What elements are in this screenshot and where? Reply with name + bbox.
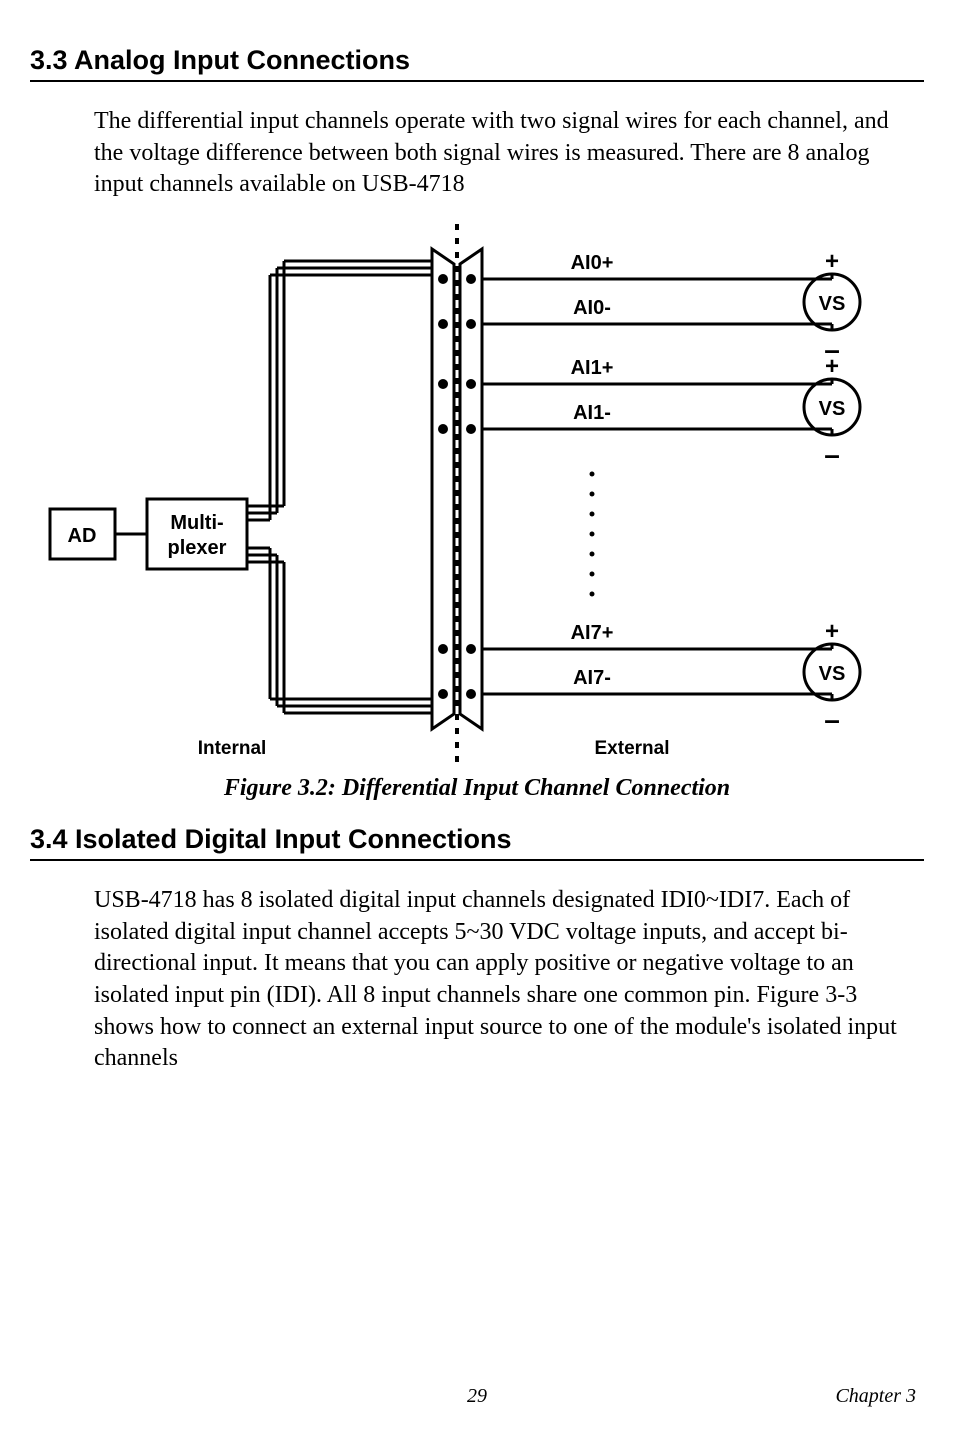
mux-label-2: plexer [168,537,227,559]
internal-label: Internal [198,738,267,759]
vs1: VS [819,398,846,420]
vs0: VS [819,293,846,315]
ai7-plus: AI7+ [571,622,614,644]
section-34-body: USB-4718 has 8 isolated digital input ch… [94,885,914,1075]
svg-text:+: + [825,618,839,645]
svg-text:+: + [825,248,839,275]
ai1-plus: AI1+ [571,357,614,379]
ai0-minus: AI0- [573,297,611,319]
ad-label: AD [68,525,97,547]
external-label: External [595,738,670,759]
section-heading-34: 3.4 Isolated Digital Input Connections [30,824,924,861]
chapter-label: Chapter 3 [835,1385,916,1408]
ai7-minus: AI7- [573,667,611,689]
svg-text:–: – [824,704,840,735]
section-heading-33: 3.3 Analog Input Connections [30,45,924,82]
ai1-minus: AI1- [573,402,611,424]
figure-caption: Figure 3.2: Differential Input Channel C… [30,775,924,802]
section-33-body: The differential input channels operate … [94,106,914,201]
svg-text:+: + [825,353,839,380]
figure-3-2: AD Multi- plexer [30,219,924,769]
page-number: 29 [467,1385,487,1408]
vs7: VS [819,663,846,685]
ai0-plus: AI0+ [571,252,614,274]
mux-label-1: Multi- [170,512,223,534]
svg-text:–: – [824,439,840,470]
